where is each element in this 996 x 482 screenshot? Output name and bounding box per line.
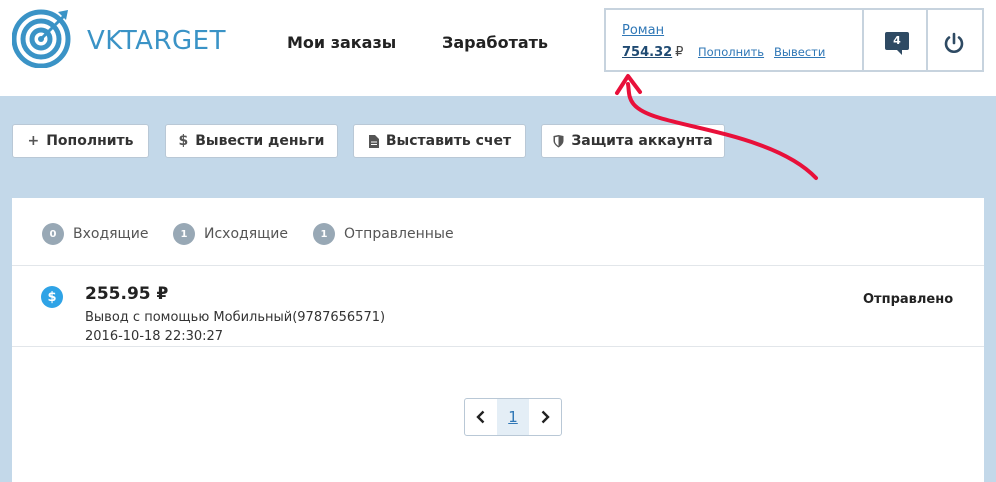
tab-label: Исходящие — [204, 226, 289, 242]
topup-link[interactable]: Пополнить — [698, 45, 764, 59]
balance-currency: ₽ — [675, 45, 684, 60]
transaction-date: 2016-10-18 22:30:27 — [85, 329, 224, 344]
target-icon[interactable] — [12, 6, 74, 68]
balance-amount[interactable]: 754.32 — [622, 45, 672, 60]
chevron-right-icon — [541, 410, 550, 424]
transaction-tabs: 0 Входящие 1 Исходящие 1 Отправленные — [12, 198, 984, 266]
invoice-button[interactable]: Выставить счет — [353, 124, 526, 158]
nav-my-orders[interactable]: Мои заказы — [287, 33, 396, 52]
user-name-link[interactable]: Роман — [622, 23, 664, 38]
transaction-row: $ 255.95 ₽ Вывод с помощью Мобильный(978… — [12, 267, 984, 347]
pagination-prev-button[interactable] — [465, 399, 497, 435]
tab-label: Отправленные — [344, 226, 454, 242]
user-balance[interactable]: 754.32 ₽ — [622, 45, 683, 60]
withdraw-money-button[interactable]: $ Вывести деньги — [165, 124, 338, 158]
transactions-panel: 0 Входящие 1 Исходящие 1 Отправленные $ … — [12, 198, 984, 482]
withdraw-money-button-label: Вывести деньги — [195, 133, 325, 149]
top-header: VKTARGET Мои заказы Заработать Роман 754… — [0, 0, 996, 96]
chevron-left-icon — [476, 410, 485, 424]
tab-count-badge: 0 — [42, 223, 64, 245]
nav-earn[interactable]: Заработать — [442, 33, 548, 52]
transaction-status: Отправлено — [863, 292, 954, 307]
pagination-page-1[interactable]: 1 — [497, 399, 529, 435]
topup-button[interactable]: + Пополнить — [12, 124, 149, 158]
messages-button[interactable]: 4 — [862, 8, 928, 72]
tab-incoming[interactable]: 0 Входящие — [42, 223, 148, 245]
document-icon — [368, 134, 379, 148]
transaction-amount: 255.95 ₽ — [85, 284, 169, 304]
pagination-next-button[interactable] — [529, 399, 561, 435]
withdraw-link[interactable]: Вывести — [774, 45, 825, 59]
transaction-description: Вывод с помощью Мобильный(9787656571) — [85, 310, 386, 325]
invoice-button-label: Выставить счет — [385, 133, 512, 149]
tab-sent[interactable]: 1 Отправленные — [313, 223, 454, 245]
logout-button[interactable] — [928, 8, 984, 72]
dollar-icon: $ — [178, 133, 189, 149]
pagination: 1 — [464, 398, 562, 436]
logo-text[interactable]: VKTARGET — [87, 26, 226, 56]
power-icon[interactable] — [943, 32, 965, 54]
tab-label: Входящие — [73, 226, 149, 242]
chat-bubble-icon[interactable]: 4 — [885, 32, 909, 55]
account-protection-button-label: Защита аккаунта — [571, 133, 713, 149]
account-protection-button[interactable]: Защита аккаунта — [541, 124, 725, 158]
topup-button-label: Пополнить — [46, 133, 134, 149]
tab-count-badge: 1 — [313, 223, 335, 245]
tab-count-badge: 1 — [173, 223, 195, 245]
dollar-icon: $ — [41, 286, 63, 308]
plus-icon: + — [27, 133, 40, 149]
shield-icon — [553, 134, 564, 148]
tab-outgoing[interactable]: 1 Исходящие — [173, 223, 288, 245]
user-panel: Роман 754.32 ₽ Пополнить Вывести — [604, 8, 862, 72]
